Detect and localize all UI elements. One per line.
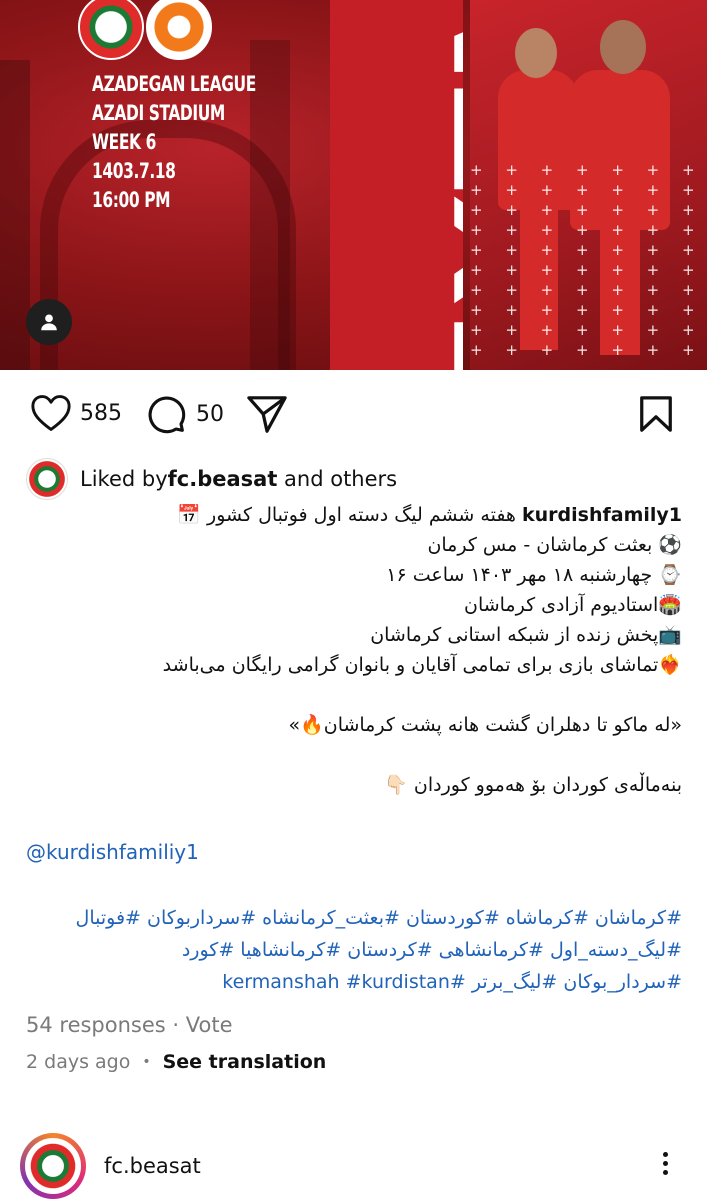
beasat-club-logo [78, 0, 144, 60]
mes-kerman-club-logo [146, 0, 212, 60]
match-time: 16:00 PM [92, 188, 171, 212]
caption-username[interactable]: kurdishfamily1 [522, 504, 682, 526]
separator-dot: • [142, 1054, 151, 1070]
caption-mention-link[interactable]: @kurdishfamiliy1 [26, 840, 199, 864]
caption-line: 📺پخش زنده از شبکه استانی کرماشان [370, 624, 682, 646]
next-match-text: NEXTM [425, 0, 463, 370]
stadium-name: AZADI STADIUM [92, 101, 225, 125]
poll-responses-link[interactable]: 54 responses · Vote [26, 1013, 232, 1037]
caption-line: ⚽ بعثت کرماشان - مس کرمان [427, 534, 682, 556]
caption-text: هفته ششم لیگ دسته اول فوتبال کشور 📅 [177, 504, 516, 526]
liker-avatar[interactable] [26, 458, 68, 500]
story-ring-avatar[interactable] [20, 1133, 86, 1199]
caption-kurdish-line: بنه‌ماڵه‌ی کوردان بۆ هه‌موو کوردان 👇🏻 [384, 774, 682, 796]
caption-line: ❤️‍🔥تماشای بازی برای تمامی آقایان و بانو… [162, 654, 682, 676]
league-name: AZADEGAN LEAGUE [92, 72, 256, 96]
liked-by-prefix: Liked by [80, 467, 168, 491]
next-post-header: fc.beasat [20, 1132, 687, 1200]
caption-hashtags: #کرماشان #کرماشاه #کوردستان #بعثت_کرمانش… [26, 902, 682, 998]
bookmark-icon [640, 396, 672, 432]
heart-icon [31, 395, 71, 431]
player-head [515, 28, 557, 78]
hashtag-line[interactable]: #لیگ_دسته_اول #کرمانشاهی #کردستان #کرمان… [26, 934, 682, 966]
caption-quote: «له ماکو تا دهلران گشت هانه پشت کرماشان🔥… [288, 714, 682, 736]
post-action-bar: 585 50 [0, 390, 707, 438]
send-icon [247, 396, 287, 433]
post-meta: 2 days ago • See translation [26, 1051, 326, 1073]
match-date: 1403.7.18 [92, 159, 176, 183]
post-time: 2 days ago [26, 1051, 131, 1073]
hashtag-line[interactable]: #کرماشان #کرماشاه #کوردستان #بعثت_کرمانش… [26, 902, 682, 934]
person-icon [41, 314, 57, 331]
hashtag-line[interactable]: #سردار_بوکان #لیگ_برتر #kermanshah #kurd… [26, 966, 682, 998]
more-options-icon[interactable] [663, 1148, 671, 1179]
liked-by-user[interactable]: fc.beasat [168, 467, 278, 491]
likes-count[interactable]: 585 [80, 401, 122, 426]
caption-line: ⌚ چهارشنبه ۱۸ مهر ۱۴۰۳ ساعت ۱۶ [386, 564, 682, 586]
plus-pattern: + + + + + + + + + + + + + + + + + + + + … [470, 161, 704, 359]
caption-line-1: kurdishfamily1 هفته ششم لیگ دسته اول فوت… [26, 500, 682, 530]
comments-count[interactable]: 50 [196, 402, 224, 427]
match-week: WEEK 6 [92, 130, 156, 154]
caption-line: 🏟️استادیوم آزادی کرماشان [463, 594, 682, 616]
post-caption: kurdishfamily1 هفته ششم لیگ دسته اول فوت… [26, 500, 682, 800]
next-match-vertical-title: NEXTM [330, 0, 463, 370]
next-post-username[interactable]: fc.beasat [104, 1154, 201, 1178]
liked-by-suffix[interactable]: and others [277, 467, 397, 491]
share-button[interactable] [246, 394, 288, 434]
liked-by-row[interactable]: Liked by fc.beasat and others [26, 458, 397, 500]
comment-button[interactable]: 50 [146, 394, 224, 434]
see-translation-link[interactable]: See translation [163, 1051, 327, 1073]
post-image[interactable]: AZADEGAN LEAGUE AZADI STADIUM WEEK 6 140… [0, 0, 707, 370]
match-info: AZADEGAN LEAGUE AZADI STADIUM WEEK 6 140… [92, 70, 292, 215]
player-head [600, 20, 646, 74]
comment-icon [148, 396, 186, 434]
like-button[interactable]: 585 [30, 394, 122, 432]
save-button[interactable] [638, 395, 674, 433]
tagged-people-button[interactable] [26, 299, 72, 345]
avatar [25, 1138, 81, 1194]
